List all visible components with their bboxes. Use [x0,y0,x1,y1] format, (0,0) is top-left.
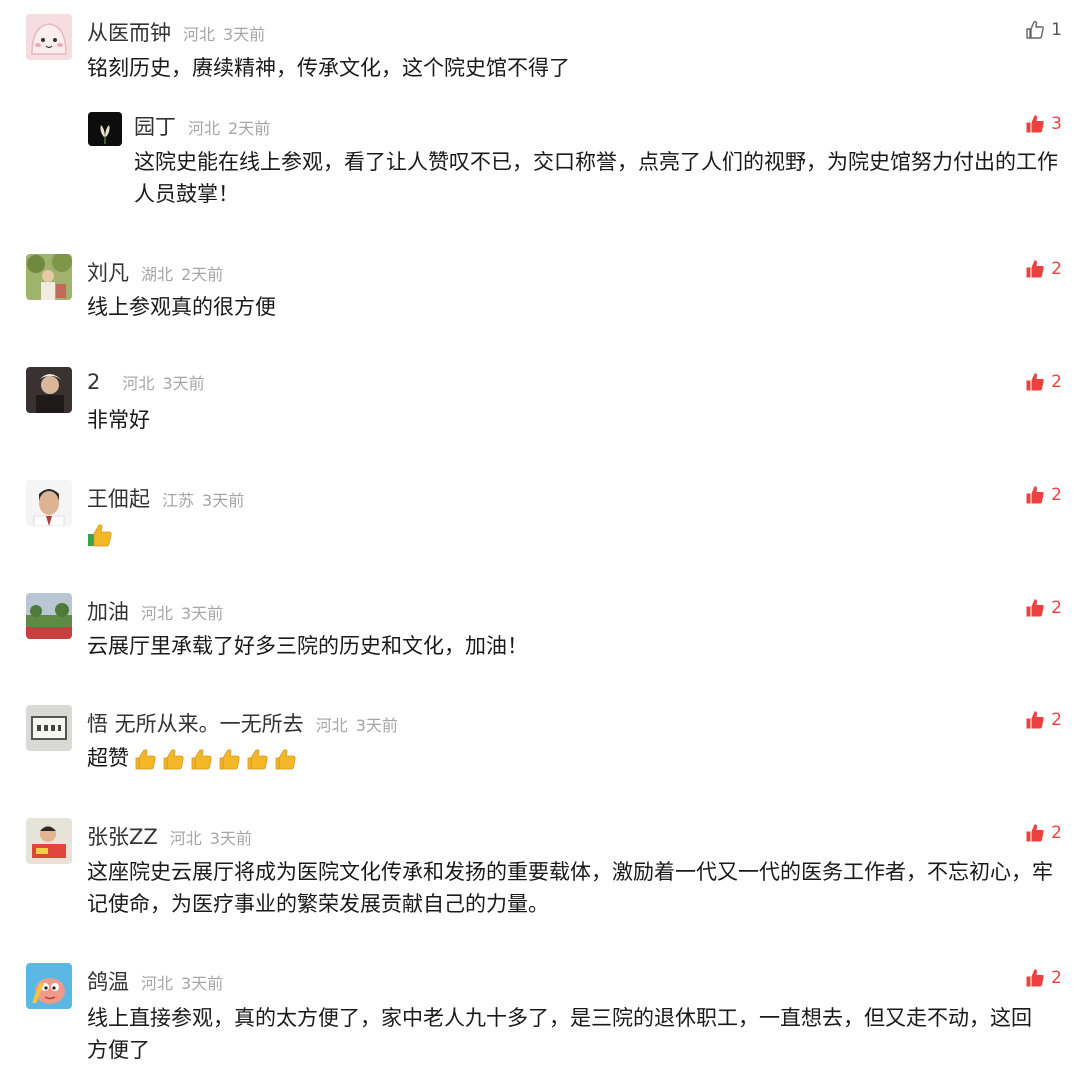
username[interactable]: 鸽温 [87,966,129,996]
timestamp: 2天前 [181,265,224,284]
comment-text: 云展厅里承载了好多三院的历史和文化，加油！ [87,634,528,658]
comment-text: 铭刻历史，赓续精神，传承文化，这个院史馆不得了 [87,56,570,80]
like-button[interactable]: 2 [1025,485,1062,505]
thumbs-up-emoji [87,522,113,548]
avatar[interactable] [88,112,122,146]
timestamp: 3天前 [181,604,224,623]
like-count: 2 [1051,598,1062,618]
username[interactable]: 从医而钟 [87,17,171,47]
username[interactable]: 悟 无所从来。一无所去 [87,708,304,738]
location: 河北 [169,829,202,848]
emoji-row [129,746,297,770]
thumbs-up-filled-icon [1025,968,1045,988]
like-button[interactable]: 2 [1025,710,1062,730]
like-count: 2 [1051,372,1062,392]
thumbs-up-filled-icon [1025,710,1045,730]
username[interactable]: 加油 [87,596,129,626]
timestamp: 3天前 [162,374,205,393]
comment-text: 线上参观真的很方便 [87,295,276,319]
avatar[interactable] [26,254,72,300]
location: 河北 [183,25,216,44]
timestamp: 3天前 [223,25,266,44]
like-button[interactable]: 2 [1025,372,1062,392]
avatar[interactable] [26,480,72,526]
timestamp: 3天前 [202,491,245,510]
username[interactable]: 王佃起 [87,483,150,513]
thumbs-up-filled-icon [1025,259,1045,279]
avatar[interactable] [26,705,72,751]
comment-text: 线上直接参观，真的太方便了，家中老人九十多了，是三院的退休职工，一直想去，但又走… [87,1006,1032,1062]
like-count: 1 [1051,20,1062,40]
like-button[interactable]: 2 [1025,598,1062,618]
thumbs-up-emoji [135,747,157,771]
timestamp: 3天前 [181,974,224,993]
thumbs-up-filled-icon [1025,485,1045,505]
comment-text-body: 超赞 [87,746,129,770]
timestamp: 3天前 [209,829,252,848]
location: 河北 [188,119,221,138]
username[interactable]: 2 [87,370,100,394]
thumbs-up-emoji [163,747,185,771]
username[interactable]: 刘凡 [87,257,129,287]
like-count: 2 [1051,485,1062,505]
comment-text: 超赞 [87,742,1057,774]
avatar[interactable] [26,963,72,1009]
comment-text: 这院史能在线上参观，看了让人赞叹不已，交口称誉，点亮了人们的视野，为院史馆努力付… [134,150,1058,206]
location: 河北 [141,974,174,993]
like-count: 2 [1051,710,1062,730]
username[interactable]: 园丁 [134,111,176,141]
location: 河北 [122,374,155,393]
like-button[interactable]: 2 [1025,259,1062,279]
like-button[interactable]: 3 [1025,114,1062,134]
location: 河北 [315,716,348,735]
timestamp: 3天前 [355,716,398,735]
thumbs-up-emoji [191,747,213,771]
location: 河北 [141,604,174,623]
thumbs-up-filled-icon [1025,372,1045,392]
avatar[interactable] [26,818,72,864]
like-button[interactable]: 2 [1025,823,1062,843]
comment-text [87,518,1057,550]
like-button[interactable]: 2 [1025,968,1062,988]
thumbs-up-filled-icon [1025,114,1045,134]
comment-text: 这座院史云展厅将成为医院文化传承和发扬的重要载体，激励着一代又一代的医务工作者，… [87,860,1053,916]
thumbs-up-emoji [219,747,241,771]
thumbs-up-filled-icon [1025,823,1045,843]
like-count: 2 [1051,823,1062,843]
timestamp: 2天前 [228,119,271,138]
thumbs-up-filled-icon [1025,598,1045,618]
location: 江苏 [162,491,195,510]
avatar[interactable] [26,14,72,60]
like-button[interactable]: 1 [1025,20,1062,40]
thumbs-up-emoji [247,747,269,771]
location: 湖北 [141,265,174,284]
like-count: 2 [1051,968,1062,988]
avatar[interactable] [26,367,72,413]
comment-text: 非常好 [87,408,150,432]
thumbs-up-emoji [275,747,297,771]
like-count: 3 [1051,114,1062,134]
username[interactable]: 张张ZZ [87,821,158,851]
like-count: 2 [1051,259,1062,279]
thumbs-up-outline-icon [1025,20,1045,40]
avatar[interactable] [26,593,72,639]
